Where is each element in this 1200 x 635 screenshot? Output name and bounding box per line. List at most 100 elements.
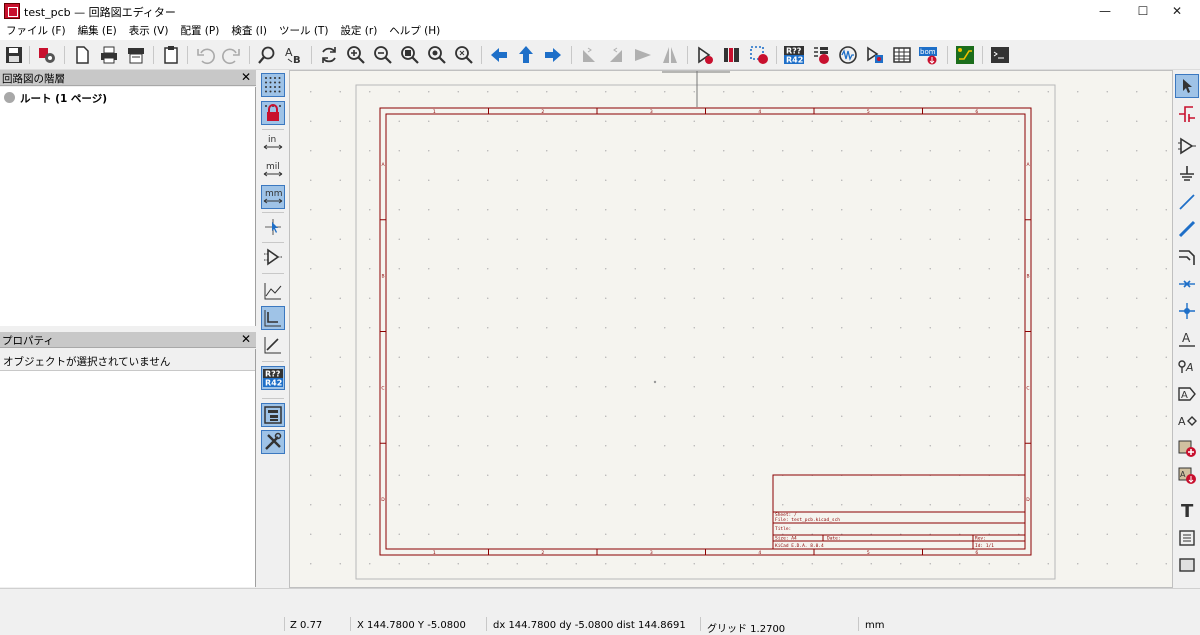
add-bus-button[interactable] [1175, 217, 1199, 241]
navigate-forward-button[interactable] [541, 43, 565, 67]
hierarchy-panel-toggle-button[interactable] [261, 403, 285, 427]
add-textbox-button[interactable] [1175, 526, 1199, 550]
hierarchy-panel: ルート (1 ページ) [0, 87, 256, 326]
find-replace-button[interactable]: AB [282, 43, 306, 67]
redo-button[interactable] [220, 43, 244, 67]
zoom-in-button[interactable] [344, 43, 368, 67]
full-crosshair-button[interactable] [261, 215, 285, 239]
row-label-left: D [381, 497, 385, 503]
clipboard-icon [164, 46, 178, 64]
open-pcb-editor-button[interactable] [953, 43, 977, 67]
menu-edit[interactable]: 編集 (E) [72, 22, 123, 40]
line-mode-90-button[interactable] [261, 306, 285, 330]
add-label-button[interactable]: A [1175, 327, 1199, 351]
properties-panel: オブジェクトが選択されていません [0, 349, 256, 587]
mirror-h-button[interactable] [658, 43, 682, 67]
print-button[interactable] [97, 43, 121, 67]
footprint-assign-button[interactable] [863, 43, 887, 67]
ground-icon [1180, 166, 1194, 181]
footprint-assign-icon [867, 46, 883, 63]
line-mode-45-button[interactable] [261, 333, 285, 357]
arrow-right-icon [545, 48, 561, 62]
add-global-label-button[interactable]: A [1175, 382, 1199, 406]
bom-button[interactable]: bom [917, 43, 941, 67]
select-tool-button[interactable] [1175, 74, 1199, 98]
menu-place[interactable]: 配置 (P) [174, 22, 225, 40]
plot-button[interactable] [124, 43, 148, 67]
zoom-out-button[interactable] [371, 43, 395, 67]
hierarchy-root-item[interactable]: ルート (1 ページ) [20, 91, 107, 106]
show-hidden-pins-button[interactable] [261, 245, 285, 269]
mirror-v-button[interactable] [631, 43, 655, 67]
junction-icon [1179, 303, 1195, 319]
add-no-connect-button[interactable] [1175, 272, 1199, 296]
properties-panel-close-button[interactable]: ✕ [241, 332, 251, 346]
menu-view[interactable]: 表示 (V) [123, 22, 175, 40]
svg-text:in: in [268, 135, 276, 145]
svg-text:T: T [1181, 501, 1194, 520]
units-mm-button[interactable]: mm [261, 185, 285, 209]
symbol-fields-button[interactable] [747, 43, 771, 67]
zoom-objects-button[interactable] [425, 43, 449, 67]
import-sheet-pin-button[interactable]: A [1175, 463, 1199, 487]
zoom-selection-button[interactable] [452, 43, 476, 67]
symbol-editor-button[interactable] [693, 43, 717, 67]
schematic-setup-button[interactable] [35, 43, 59, 67]
erc-button[interactable] [809, 43, 833, 67]
close-window-button[interactable]: ✕ [1154, 0, 1200, 22]
simulator-button[interactable] [836, 43, 860, 67]
units-mil-button[interactable]: mil [261, 158, 285, 182]
annotation-toggle-button[interactable]: R?? R42 [261, 366, 285, 390]
symbol-browser-button[interactable] [720, 43, 744, 67]
refresh-button[interactable] [317, 43, 341, 67]
menu-file[interactable]: ファイル (F) [0, 22, 72, 40]
toggle-grid-button[interactable] [261, 73, 285, 97]
units-inch-button[interactable]: in [261, 131, 285, 155]
scripting-console-button[interactable] [988, 43, 1012, 67]
plotter-icon [128, 48, 144, 64]
highlight-net-button[interactable] [1175, 102, 1199, 126]
schematic-canvas[interactable]: 1 1 2 2 3 3 4 4 5 5 6 6 A A B B C C D D Sheet: / File: test_p… [289, 70, 1173, 588]
title-block-kicad-version: KiCad E.D.A. 8.0.4 [775, 543, 824, 549]
sheet-inner-border [385, 113, 1026, 550]
line-mode-free-button[interactable] [261, 279, 285, 303]
find-button[interactable] [255, 43, 279, 67]
menu-inspect[interactable]: 検査 (I) [225, 22, 273, 40]
column-label-top: 1 [433, 109, 436, 115]
add-junction-button[interactable] [1175, 299, 1199, 323]
paste-button[interactable] [159, 43, 183, 67]
navigate-up-button[interactable] [514, 43, 538, 67]
menu-tools[interactable]: ツール (T) [273, 22, 334, 40]
svg-text:mm: mm [265, 189, 283, 199]
add-netclass-label-button[interactable]: A [1175, 354, 1199, 378]
add-wire-button[interactable] [1175, 190, 1199, 214]
left-toolbar: in mil mm R?? R42 [258, 70, 288, 588]
add-symbol-button[interactable] [1175, 134, 1199, 158]
title-block-file: File: test_pcb.kicad_sch [775, 517, 840, 523]
add-bus-entry-button[interactable] [1175, 245, 1199, 269]
navigate-back-button[interactable] [487, 43, 511, 67]
add-power-button[interactable] [1175, 162, 1199, 186]
net-label-icon: A [1179, 331, 1195, 347]
grid-override-button[interactable] [261, 101, 285, 125]
undo-button[interactable] [193, 43, 217, 67]
pcb-icon [956, 46, 974, 64]
menu-help[interactable]: ヘルプ (H) [383, 22, 446, 40]
menu-preferences[interactable]: 設定 (r) [334, 22, 383, 40]
rotate-ccw-icon [583, 47, 595, 62]
rotate-ccw-button[interactable] [577, 43, 601, 67]
row-label-left: A [381, 162, 385, 168]
rotate-cw-button[interactable] [604, 43, 628, 67]
add-sheet-button[interactable] [1175, 436, 1199, 460]
hierarchy-panel-close-button[interactable]: ✕ [241, 70, 251, 84]
add-sheet-icon [1178, 440, 1196, 457]
add-hierarchical-label-button[interactable]: A [1175, 409, 1199, 433]
symbol-fields-table-button[interactable] [890, 43, 914, 67]
properties-panel-toggle-button[interactable] [261, 430, 285, 454]
add-rectangle-button[interactable] [1175, 553, 1199, 577]
annotate-button[interactable]: R?? R42 [782, 43, 806, 67]
save-button[interactable] [2, 43, 26, 67]
page-settings-button[interactable] [70, 43, 94, 67]
add-text-button[interactable]: T [1175, 498, 1199, 522]
zoom-fit-button[interactable] [398, 43, 422, 67]
